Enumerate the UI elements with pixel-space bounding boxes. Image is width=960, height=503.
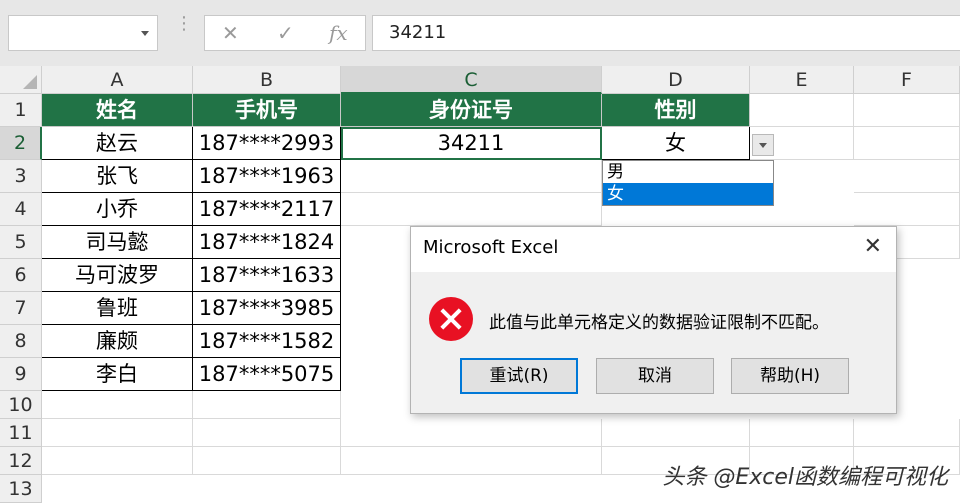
row-header-2[interactable]: 2 — [0, 127, 42, 160]
close-icon[interactable]: ✕ — [864, 234, 882, 259]
error-dialog: Microsoft Excel ✕ 此值与此单元格定义的数据验证限制不匹配。 重… — [410, 226, 897, 414]
cell-d11[interactable] — [602, 419, 750, 447]
row-header-11[interactable]: 11 — [0, 419, 42, 447]
drag-handle-icon[interactable]: ⋮ — [175, 15, 193, 33]
cell-name[interactable]: 李白 — [42, 358, 193, 391]
column-header-d[interactable]: D — [602, 66, 750, 94]
formula-input[interactable]: 34211 — [372, 15, 960, 51]
header-id[interactable]: 身份证号 — [341, 94, 602, 127]
cell-phone[interactable]: 187****2117 — [193, 193, 341, 226]
dialog-title: Microsoft Excel — [423, 237, 559, 258]
cell-f2[interactable] — [854, 127, 960, 160]
dialog-body: 此值与此单元格定义的数据验证限制不匹配。 重试(R) 取消 帮助(H) — [411, 272, 896, 413]
dropdown-option-female[interactable]: 女 — [603, 183, 773, 205]
cell-id-selected[interactable]: 34211 — [341, 127, 602, 160]
row-header-7[interactable]: 7 — [0, 292, 42, 325]
cell-c12[interactable] — [341, 447, 602, 475]
cell-e1[interactable] — [750, 94, 854, 127]
cell-phone[interactable]: 187****1963 — [193, 160, 341, 193]
retry-button[interactable]: 重试(R) — [460, 358, 578, 394]
cell-name[interactable]: 廉颇 — [42, 325, 193, 358]
row-header-5[interactable]: 5 — [0, 226, 42, 259]
cell-phone[interactable]: 187****1824 — [193, 226, 341, 259]
cell-name[interactable]: 小乔 — [42, 193, 193, 226]
cell-b12[interactable] — [193, 447, 341, 475]
row-header-8[interactable]: 8 — [0, 325, 42, 358]
cell-phone[interactable]: 187****1582 — [193, 325, 341, 358]
row-header-3[interactable]: 3 — [0, 160, 42, 193]
cell-f4[interactable] — [854, 193, 960, 226]
cell-c11[interactable] — [341, 419, 602, 447]
formula-bar: ⋮ ✕ ✓ fx 34211 — [0, 0, 960, 67]
cancel-button[interactable]: 取消 — [596, 358, 714, 394]
cell-f3[interactable] — [854, 160, 960, 193]
cell-a12[interactable] — [42, 447, 193, 475]
row-header-1[interactable]: 1 — [0, 94, 42, 127]
row-header-6[interactable]: 6 — [0, 259, 42, 292]
column-header-e[interactable]: E — [750, 66, 854, 94]
cell-b11[interactable] — [193, 419, 341, 447]
dropdown-option-male[interactable]: 男 — [603, 161, 773, 183]
column-header-a[interactable]: A — [42, 66, 193, 94]
cell-f11[interactable] — [854, 419, 960, 447]
cell-name[interactable]: 鲁班 — [42, 292, 193, 325]
cell-e11[interactable] — [750, 419, 854, 447]
row-header-13[interactable]: 13 — [0, 475, 42, 503]
column-header-c[interactable]: C — [341, 66, 602, 94]
cell-id[interactable] — [341, 193, 602, 226]
select-all-corner[interactable] — [0, 66, 42, 94]
row-header-12[interactable]: 12 — [0, 447, 42, 475]
name-box[interactable] — [8, 15, 158, 51]
validation-dropdown-list: 男 女 — [602, 160, 774, 206]
help-button[interactable]: 帮助(H) — [731, 358, 849, 394]
header-gender[interactable]: 性别 — [602, 94, 750, 127]
row-header-4[interactable]: 4 — [0, 193, 42, 226]
cell-name[interactable]: 赵云 — [42, 127, 193, 160]
cell-phone[interactable]: 187****1633 — [193, 259, 341, 292]
watermark: 头条 @Excel函数编程可视化 — [662, 465, 948, 490]
formula-buttons: ✕ ✓ fx — [204, 15, 366, 51]
error-icon — [429, 297, 473, 341]
chevron-down-icon[interactable] — [141, 31, 149, 36]
cell-gender[interactable]: 女 — [602, 127, 750, 160]
cell-phone[interactable]: 187****3985 — [193, 292, 341, 325]
cell-phone[interactable]: 187****2993 — [193, 127, 341, 160]
cell-name[interactable]: 司马懿 — [42, 226, 193, 259]
cell-a11[interactable] — [42, 419, 193, 447]
dialog-message: 此值与此单元格定义的数据验证限制不匹配。 — [489, 313, 829, 333]
cancel-icon[interactable]: ✕ — [222, 21, 239, 45]
cell-name[interactable]: 马可波罗 — [42, 259, 193, 292]
column-header-b[interactable]: B — [193, 66, 341, 94]
row-header-9[interactable]: 9 — [0, 358, 42, 391]
fx-icon[interactable]: fx — [329, 21, 348, 45]
cell-name[interactable]: 张飞 — [42, 160, 193, 193]
column-header-f[interactable]: F — [854, 66, 960, 94]
header-name[interactable]: 姓名 — [42, 94, 193, 127]
cell-a10[interactable] — [42, 391, 193, 419]
row-header-10[interactable]: 10 — [0, 391, 42, 419]
cell-f1[interactable] — [854, 94, 960, 127]
header-phone[interactable]: 手机号 — [193, 94, 341, 127]
dropdown-arrow-button[interactable] — [752, 134, 774, 156]
cell-phone[interactable]: 187****5075 — [193, 358, 341, 391]
cell-id[interactable] — [341, 160, 602, 193]
cell-b10[interactable] — [193, 391, 341, 419]
enter-icon[interactable]: ✓ — [277, 21, 294, 45]
